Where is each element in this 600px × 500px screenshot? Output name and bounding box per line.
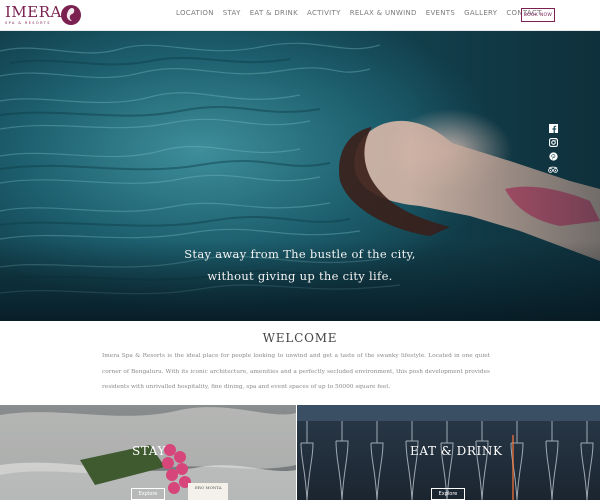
book-cover-caption: ERO MONTA — [195, 485, 222, 490]
nav-events[interactable]: EVENTS — [426, 9, 455, 17]
nav-activity[interactable]: ACTIVITY — [307, 9, 341, 17]
site-header: IMERA SPA & RESORTS LOCATION STAY EAT & … — [0, 0, 600, 31]
eat-drink-explore-button[interactable]: Explore — [431, 488, 465, 500]
nav-stay[interactable]: STAY — [223, 9, 241, 17]
stay-title: STAY — [132, 444, 167, 458]
eat-drink-title: EAT & DRINK — [410, 444, 503, 458]
hero-tagline-line1: Stay away from The bustle of the city, — [184, 247, 416, 261]
welcome-paragraph: Imera Spa & Resorts is the ideal place f… — [102, 353, 490, 390]
stay-explore-button[interactable]: Explore — [131, 488, 165, 500]
welcome-heading: WELCOME — [262, 331, 338, 345]
logo-tagline: SPA & RESORTS — [5, 21, 51, 25]
site-logo[interactable]: IMERA SPA & RESORTS — [5, 3, 81, 26]
logo-text: IMERA — [5, 3, 62, 21]
instagram-icon[interactable] — [547, 136, 559, 148]
stay-panel[interactable]: ERO MONTA STAY — [0, 405, 296, 500]
eat-drink-panel[interactable]: EAT & DRINK — [297, 405, 600, 500]
nav-relax-unwind[interactable]: RELAX & UNWIND — [350, 9, 417, 17]
tripadvisor-icon[interactable] — [547, 164, 559, 176]
nav-eat-drink[interactable]: EAT & DRINK — [250, 9, 298, 17]
pinterest-icon[interactable] — [547, 150, 559, 162]
nav-location[interactable]: LOCATION — [176, 9, 214, 17]
hero-tagline-line2: without giving up the city life. — [207, 269, 393, 283]
facebook-icon[interactable] — [547, 122, 559, 134]
main-nav: LOCATION STAY EAT & DRINK ACTIVITY RELAX… — [176, 9, 551, 17]
nav-gallery[interactable]: GALLERY — [464, 9, 497, 17]
logo-mark-icon — [61, 5, 81, 25]
hero-banner: Stay away from The bustle of the city, w… — [0, 31, 600, 321]
book-now-button[interactable]: BOOK NOW — [521, 8, 555, 22]
